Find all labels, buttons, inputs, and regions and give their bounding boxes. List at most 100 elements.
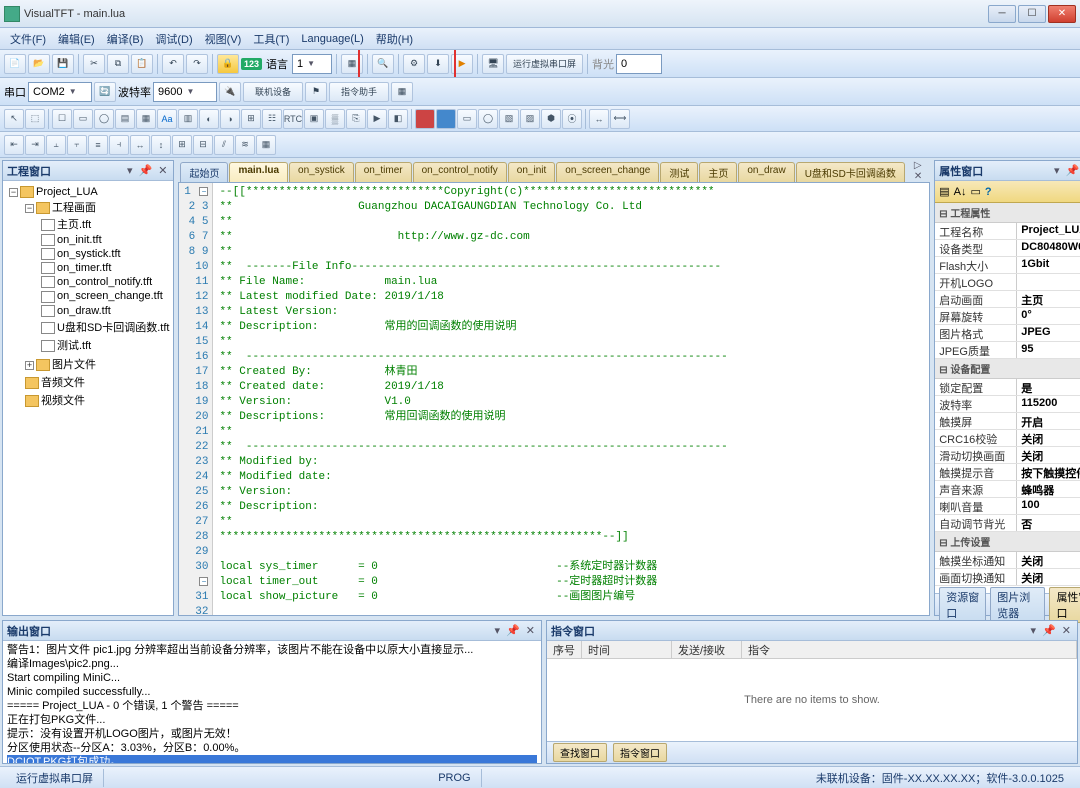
text-icon[interactable]: Aa: [157, 109, 177, 129]
editor-tab[interactable]: 起始页: [180, 162, 228, 182]
code-editor[interactable]: 1 − 2 3 4 5 6 7 8 9 10 11 12 13 14 15 16…: [178, 182, 930, 616]
code-content[interactable]: --[[******************************Copyri…: [213, 183, 929, 615]
cmd-helper-icon[interactable]: ⚑: [305, 82, 327, 102]
widget-icon[interactable]: ☐: [52, 109, 72, 129]
widget-icon[interactable]: ◐: [199, 109, 219, 129]
prop-row[interactable]: 触摸提示音按下触摸控件时: [935, 464, 1080, 481]
lock-icon[interactable]: 🔒: [217, 54, 239, 74]
select-icon[interactable]: ⬚: [25, 109, 45, 129]
widget-icon[interactable]: ☷: [262, 109, 282, 129]
prop-category[interactable]: ⊟ 设备配置: [935, 359, 1080, 379]
new-icon[interactable]: 📄: [4, 54, 26, 74]
menu-debug[interactable]: 调试(D): [149, 29, 198, 49]
align-icon[interactable]: ⫞: [109, 135, 129, 155]
prop-value[interactable]: 关闭: [1017, 430, 1080, 446]
align-icon[interactable]: ⊟: [193, 135, 213, 155]
prop-row[interactable]: 自动调节背光否: [935, 515, 1080, 532]
undo-icon[interactable]: ↶: [162, 54, 184, 74]
panel-close-icon[interactable]: ✕: [156, 164, 169, 177]
widget-icon[interactable]: ◯: [94, 109, 114, 129]
prop-value[interactable]: 关闭: [1017, 569, 1080, 585]
prop-category[interactable]: ⊟ 工程属性: [935, 203, 1080, 223]
prop-row[interactable]: Flash大小1Gbit: [935, 257, 1080, 274]
prop-value[interactable]: 100: [1017, 498, 1080, 514]
align-icon[interactable]: ↕: [151, 135, 171, 155]
prop-value[interactable]: 0°: [1017, 308, 1080, 324]
editor-tab[interactable]: 测试: [660, 162, 698, 182]
align-icon[interactable]: ▦: [256, 135, 276, 155]
widget-icon[interactable]: ⬢: [541, 109, 561, 129]
backlight-input[interactable]: 0: [616, 54, 662, 74]
widget-icon[interactable]: ◯: [478, 109, 498, 129]
prop-row[interactable]: 工程名称Project_LUA: [935, 223, 1080, 240]
prop-value[interactable]: 1Gbit: [1017, 257, 1080, 273]
editor-tab[interactable]: on_timer: [355, 162, 412, 182]
menu-build[interactable]: 编译(B): [101, 29, 150, 49]
panel-close-icon[interactable]: ✕: [1060, 624, 1073, 637]
tree-group-video[interactable]: 视频文件: [41, 395, 85, 407]
properties-grid[interactable]: ⊟ 工程属性工程名称Project_LUA设备类型DC80480W070Flas…: [935, 203, 1080, 593]
panel-close-icon[interactable]: ✕: [524, 624, 537, 637]
prop-value[interactable]: 开启: [1017, 413, 1080, 429]
tree-page-item[interactable]: on_draw.tft: [57, 305, 111, 317]
editor-tab[interactable]: U盘和SD卡回调函数: [796, 162, 905, 182]
output-body[interactable]: 警告1：图片文件 pic1.jpg 分辨率超出当前设备分辨率，该图片不能在设备中…: [3, 641, 541, 763]
widget-icon[interactable]: ◑: [220, 109, 240, 129]
align-icon[interactable]: ≋: [235, 135, 255, 155]
open-icon[interactable]: 📂: [28, 54, 50, 74]
prop-row[interactable]: 滑动切换画面关闭: [935, 447, 1080, 464]
menu-language[interactable]: Language(L): [295, 31, 369, 47]
prop-row[interactable]: 设备类型DC80480W070: [935, 240, 1080, 257]
editor-tab[interactable]: 主页: [699, 162, 737, 182]
run-virtual-button[interactable]: 运行虚拟串口屏: [506, 54, 583, 74]
prop-cat-icon[interactable]: ▤: [939, 185, 949, 198]
prop-value[interactable]: 95: [1017, 342, 1080, 358]
editor-tab[interactable]: on_control_notify: [413, 162, 507, 182]
prop-value[interactable]: 关闭: [1017, 552, 1080, 568]
tab-imagebrowser[interactable]: 图片浏览器: [990, 587, 1045, 623]
pointer-icon[interactable]: ↖: [4, 109, 24, 129]
extra-icon-1[interactable]: ▦: [391, 82, 413, 102]
download-icon[interactable]: ⬇: [427, 54, 449, 74]
panel-menu-icon[interactable]: ▾: [493, 624, 503, 637]
align-icon[interactable]: ⫟: [67, 135, 87, 155]
widget-icon[interactable]: ⦿: [562, 109, 582, 129]
menu-edit[interactable]: 编辑(E): [52, 29, 101, 49]
widget-icon[interactable]: ▧: [499, 109, 519, 129]
minimize-button[interactable]: ─: [988, 5, 1016, 23]
baud-combo[interactable]: 9600▼: [153, 82, 217, 102]
color-icon[interactable]: [436, 109, 456, 129]
tree-page-item[interactable]: on_screen_change.tft: [57, 290, 163, 302]
prop-row[interactable]: JPEG质量95: [935, 342, 1080, 359]
prop-value[interactable]: 主页: [1017, 291, 1080, 307]
editor-tab[interactable]: main.lua: [229, 162, 288, 182]
widget-icon[interactable]: ▤: [115, 109, 135, 129]
prop-page-icon[interactable]: ▭: [970, 185, 980, 198]
align-icon[interactable]: ⫠: [46, 135, 66, 155]
prop-row[interactable]: 锁定配置是: [935, 379, 1080, 396]
col-index[interactable]: 序号: [547, 641, 582, 658]
align-icon[interactable]: ⇥: [25, 135, 45, 155]
prop-row[interactable]: 图片格式JPEG: [935, 325, 1080, 342]
measure-icon[interactable]: ⟷: [610, 109, 630, 129]
prop-row[interactable]: 触摸屏开启: [935, 413, 1080, 430]
screen-icon[interactable]: 🖥: [482, 54, 504, 74]
widget-icon[interactable]: ◧: [388, 109, 408, 129]
tree-page-item[interactable]: on_control_notify.tft: [57, 276, 152, 288]
editor-tab[interactable]: on_systick: [289, 162, 354, 182]
panel-menu-icon[interactable]: ▾: [125, 164, 135, 177]
tree-root[interactable]: Project_LUA: [36, 186, 98, 198]
col-dir[interactable]: 发送/接收: [672, 641, 742, 658]
align-icon[interactable]: ⇤: [4, 135, 24, 155]
widget-icon[interactable]: ▥: [178, 109, 198, 129]
widget-icon[interactable]: ⊞: [241, 109, 261, 129]
cut-icon[interactable]: ✂: [83, 54, 105, 74]
prop-row[interactable]: 开机LOGO: [935, 274, 1080, 291]
prop-row[interactable]: 画面切换通知关闭: [935, 569, 1080, 586]
prop-row[interactable]: 启动画面主页: [935, 291, 1080, 308]
panel-pin-icon[interactable]: 📌: [504, 624, 522, 637]
widget-icon[interactable]: ▒: [325, 109, 345, 129]
align-icon[interactable]: ⫽: [214, 135, 234, 155]
prop-row[interactable]: 屏幕旋转0°: [935, 308, 1080, 325]
tree-page-item[interactable]: on_systick.tft: [57, 248, 121, 260]
